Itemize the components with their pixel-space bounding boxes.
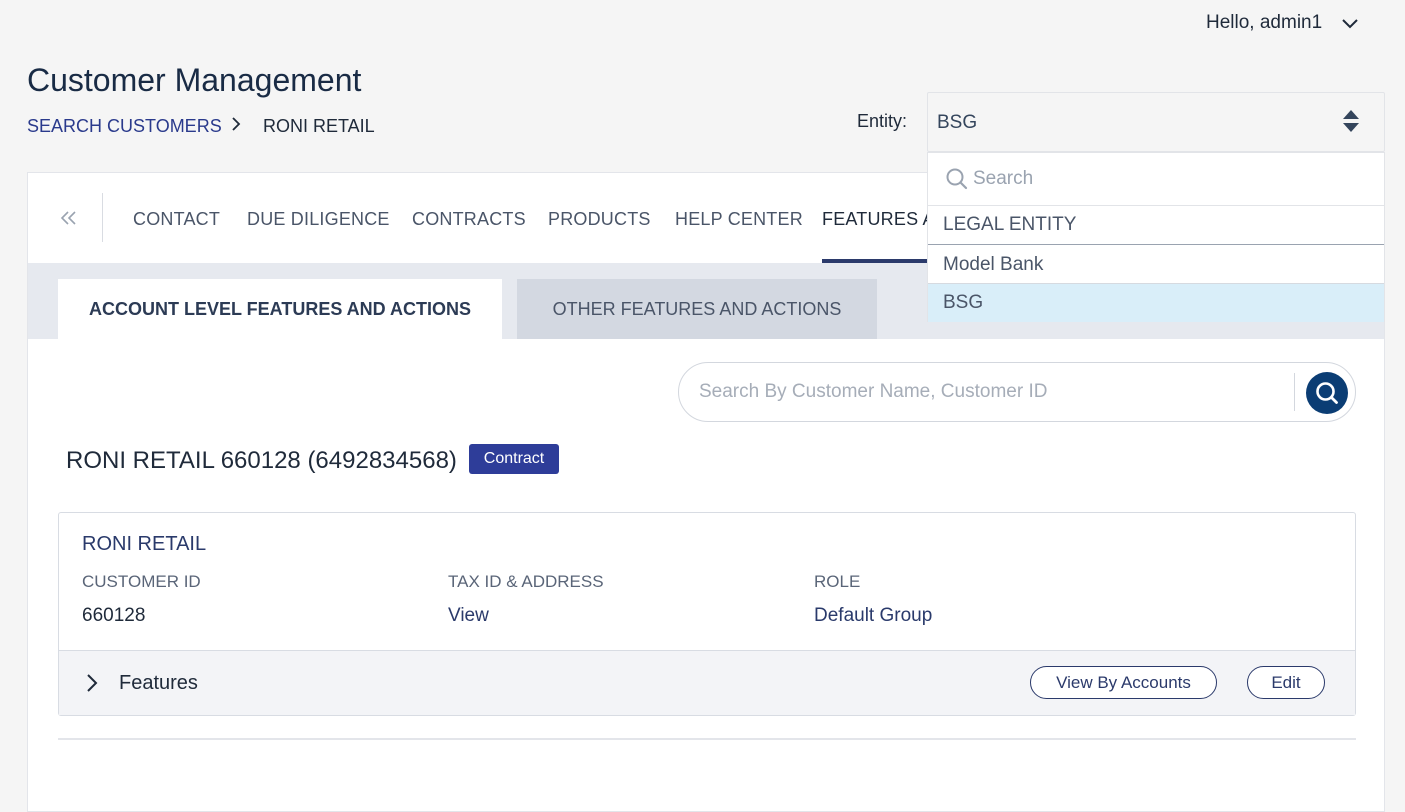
chevron-right-icon — [232, 117, 241, 131]
nav-divider — [102, 193, 103, 242]
tax-id-view-link[interactable]: View — [448, 605, 489, 627]
role-value: Default Group — [814, 605, 933, 626]
double-chevron-left-icon[interactable] — [58, 206, 80, 230]
customer-id-label: CUSTOMER ID — [82, 572, 201, 591]
chevron-down-icon[interactable] — [1340, 14, 1360, 34]
entity-option-model-bank[interactable]: Model Bank — [928, 246, 1384, 284]
search-button[interactable] — [1306, 372, 1348, 414]
customer-search-box — [678, 362, 1356, 422]
features-label: Features — [119, 672, 198, 694]
section-divider — [58, 738, 1356, 740]
user-greeting[interactable]: Hello, admin1 — [1206, 12, 1322, 34]
entity-label: Entity: — [857, 111, 908, 131]
tax-id-address-label: TAX ID & ADDRESS — [448, 572, 604, 591]
page-title: Customer Management — [27, 62, 362, 98]
breadcrumb-search-customers[interactable]: SEARCH CUSTOMERS — [27, 116, 222, 137]
subtab-account-level-features[interactable]: ACCOUNT LEVEL FEATURES AND ACTIONS — [58, 279, 502, 339]
entity-option-bsg[interactable]: BSG — [928, 284, 1384, 322]
breadcrumb-current: RONI RETAIL — [263, 116, 375, 136]
edit-button[interactable]: Edit — [1247, 666, 1325, 699]
legal-entity-group-header: LEGAL ENTITY — [928, 207, 1384, 245]
subtab-other-features[interactable]: OTHER FEATURES AND ACTIONS — [517, 279, 877, 339]
tab-contracts[interactable]: CONTRACTS — [412, 209, 526, 230]
entity-search-input[interactable] — [973, 165, 1353, 193]
entity-search-wrapper — [928, 153, 1384, 206]
customer-name: RONI RETAIL — [82, 533, 207, 555]
tab-due-diligence[interactable]: DUE DILIGENCE — [247, 209, 390, 230]
entity-selected-value: BSG — [937, 112, 978, 133]
customer-id-value: 660128 — [82, 605, 146, 626]
sort-arrows-icon — [1343, 110, 1359, 132]
entity-select[interactable]: BSG — [927, 92, 1385, 152]
chevron-right-icon[interactable] — [84, 672, 100, 694]
tab-help-center[interactable]: HELP CENTER — [675, 209, 803, 230]
search-icon — [1316, 382, 1338, 404]
customer-search-input[interactable] — [699, 377, 1289, 407]
search-icon — [946, 168, 968, 190]
search-divider — [1294, 373, 1295, 411]
customer-heading: RONI RETAIL 660128 (6492834568) — [66, 447, 457, 474]
role-label: ROLE — [814, 572, 861, 591]
tab-features-and-actions[interactable]: FEATURES AND ACTIONS — [822, 209, 928, 230]
tab-products[interactable]: PRODUCTS — [548, 209, 651, 230]
tab-contact[interactable]: CONTACT — [133, 209, 220, 230]
contract-badge: Contract — [469, 444, 559, 474]
entity-dropdown-menu: LEGAL ENTITY Model Bank BSG — [927, 152, 1385, 322]
view-by-accounts-button[interactable]: View By Accounts — [1030, 666, 1217, 699]
